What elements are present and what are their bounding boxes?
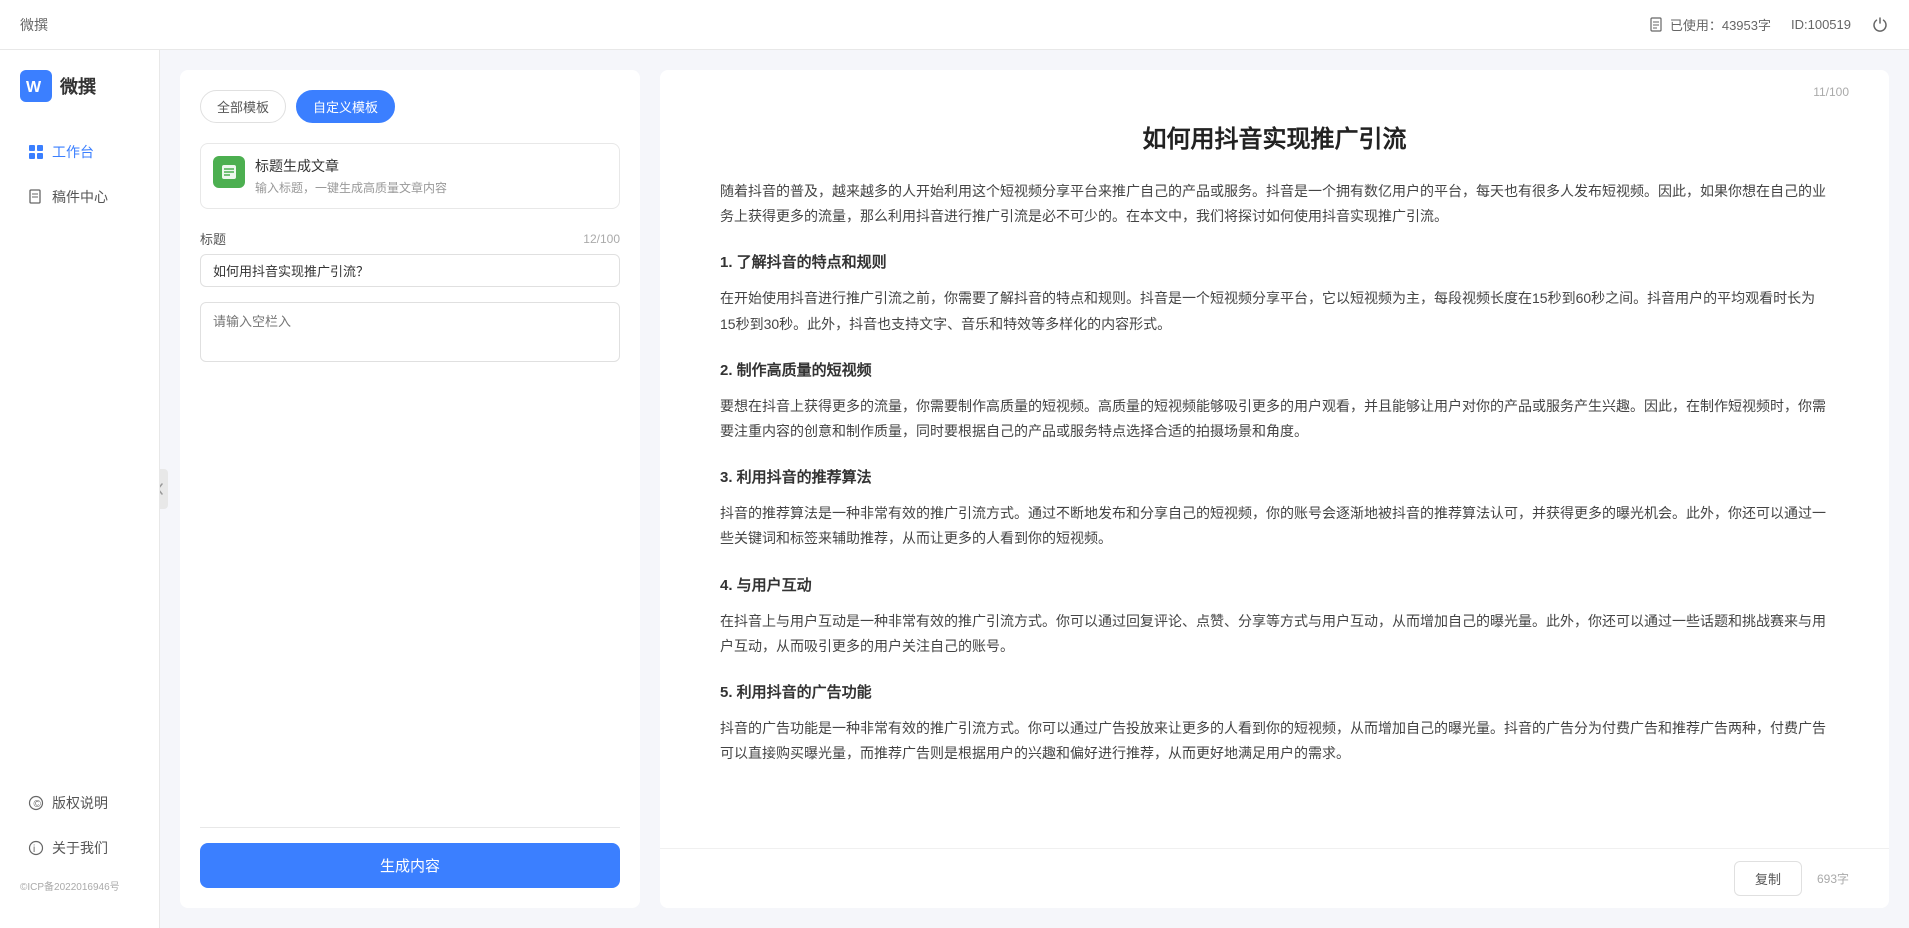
topbar-right: 已使用：43953字 ID:100519 (1649, 15, 1889, 34)
article-body: 随着抖音的普及，越来越多的人开始利用这个短视频分享平台来推广自己的产品或服务。抖… (720, 179, 1829, 766)
section-title-3: 3. 利用抖音的推荐算法 (720, 464, 1829, 491)
logo-text: 微撰 (60, 73, 96, 99)
sidebar-item-drafts[interactable]: 稿件中心 (8, 177, 151, 217)
template-tabs: 全部模板 自定义模板 (200, 90, 620, 123)
sidebar-item-workspace[interactable]: 工作台 (8, 132, 151, 172)
template-card-icon (213, 156, 245, 188)
usage-info: 已使用：43953字 (1649, 15, 1771, 34)
copyright-label: 版权说明 (52, 793, 108, 813)
template-info: 标题生成文章 输入标题，一键生成高质量文章内容 (255, 156, 447, 196)
topbar-title: 微撰 (20, 15, 48, 35)
title-label-text: 标题 (200, 229, 226, 248)
about-label: 关于我们 (52, 838, 108, 858)
section-paragraph-5: 抖音的广告功能是一种非常有效的推广引流方式。你可以通过广告投放来让更多的人看到你… (720, 716, 1829, 766)
content-textarea[interactable] (200, 302, 620, 362)
template-name: 标题生成文章 (255, 156, 447, 176)
sidebar-item-about[interactable]: i 关于我们 (8, 828, 151, 868)
power-icon[interactable] (1871, 16, 1889, 34)
svg-text:W: W (26, 79, 42, 96)
circle-icon: i (28, 840, 44, 856)
article-content[interactable]: 如何用抖音实现推广引流 随着抖音的普及，越来越多的人开始利用这个短视频分享平台来… (660, 99, 1889, 908)
section-title-4: 4. 与用户互动 (720, 572, 1829, 599)
drafts-label: 稿件中心 (52, 187, 108, 207)
logo-area: W 微撰 (0, 70, 159, 132)
copy-button[interactable]: 复制 (1734, 861, 1802, 896)
file-icon (28, 189, 44, 205)
content-area: 全部模板 自定义模板 标题生成文章 输入标题，一键生成高质量文章内容 (160, 50, 1909, 928)
section-title-2: 2. 制作高质量的短视频 (720, 357, 1829, 384)
right-panel-header: 11/100 (660, 70, 1889, 99)
sidebar-nav: 工作台 稿件中心 (0, 132, 159, 783)
page-info: 11/100 (1813, 85, 1849, 99)
collapse-button[interactable] (160, 469, 168, 509)
document-icon (1649, 17, 1665, 33)
title-counter: 12/100 (583, 232, 620, 246)
topbar: 微撰 已使用：43953字 ID:100519 (0, 0, 1909, 50)
tab-custom-templates[interactable]: 自定义模板 (296, 90, 395, 123)
logo-icon: W (20, 70, 52, 102)
template-card[interactable]: 标题生成文章 输入标题，一键生成高质量文章内容 (200, 143, 620, 209)
tab-all-templates[interactable]: 全部模板 (200, 90, 286, 123)
section-paragraph-4: 在抖音上与用户互动是一种非常有效的推广引流方式。你可以通过回复评论、点赞、分享等… (720, 609, 1829, 659)
right-panel-footer: 复制 693字 (660, 848, 1889, 908)
sidebar: W 微撰 工作台 (0, 50, 160, 928)
word-count: 693字 (1817, 870, 1849, 887)
title-input[interactable] (200, 254, 620, 287)
usage-text: 已使用：43953字 (1670, 15, 1771, 34)
panel-divider (200, 827, 620, 828)
workspace-label: 工作台 (52, 142, 94, 162)
info-icon: © (28, 795, 44, 811)
right-panel: 11/100 如何用抖音实现推广引流 随着抖音的普及，越来越多的人开始利用这个短… (660, 70, 1889, 908)
sidebar-item-copyright[interactable]: © 版权说明 (8, 783, 151, 823)
section-paragraph-1: 在开始使用抖音进行推广引流之前，你需要了解抖音的特点和规则。抖音是一个短视频分享… (720, 286, 1829, 336)
title-field-label: 标题 12/100 (200, 229, 620, 248)
article-title: 如何用抖音实现推广引流 (720, 119, 1829, 154)
generate-button[interactable]: 生成内容 (200, 843, 620, 888)
grid-icon (28, 144, 44, 160)
title-field-group: 标题 12/100 (200, 229, 620, 287)
content-field-group (200, 302, 620, 367)
section-title-5: 5. 利用抖音的广告功能 (720, 679, 1829, 706)
section-title-1: 1. 了解抖音的特点和规则 (720, 249, 1829, 276)
id-info: ID:100519 (1791, 17, 1851, 32)
svg-text:i: i (33, 844, 35, 855)
svg-text:©: © (34, 799, 42, 810)
section-paragraph-3: 抖音的推荐算法是一种非常有效的推广引流方式。通过不断地发布和分享自己的短视频，你… (720, 501, 1829, 551)
sidebar-bottom: © 版权说明 i 关于我们 ©ICP备2022016946号 (0, 783, 159, 908)
template-desc: 输入标题，一键生成高质量文章内容 (255, 179, 447, 196)
left-panel: 全部模板 自定义模板 标题生成文章 输入标题，一键生成高质量文章内容 (180, 70, 640, 908)
section-paragraph-2: 要想在抖音上获得更多的流量，你需要制作高质量的短视频。高质量的短视频能够吸引更多… (720, 394, 1829, 444)
main-layout: W 微撰 工作台 (0, 50, 1909, 928)
icp-text: ©ICP备2022016946号 (0, 873, 159, 898)
intro-paragraph: 随着抖音的普及，越来越多的人开始利用这个短视频分享平台来推广自己的产品或服务。抖… (720, 179, 1829, 229)
